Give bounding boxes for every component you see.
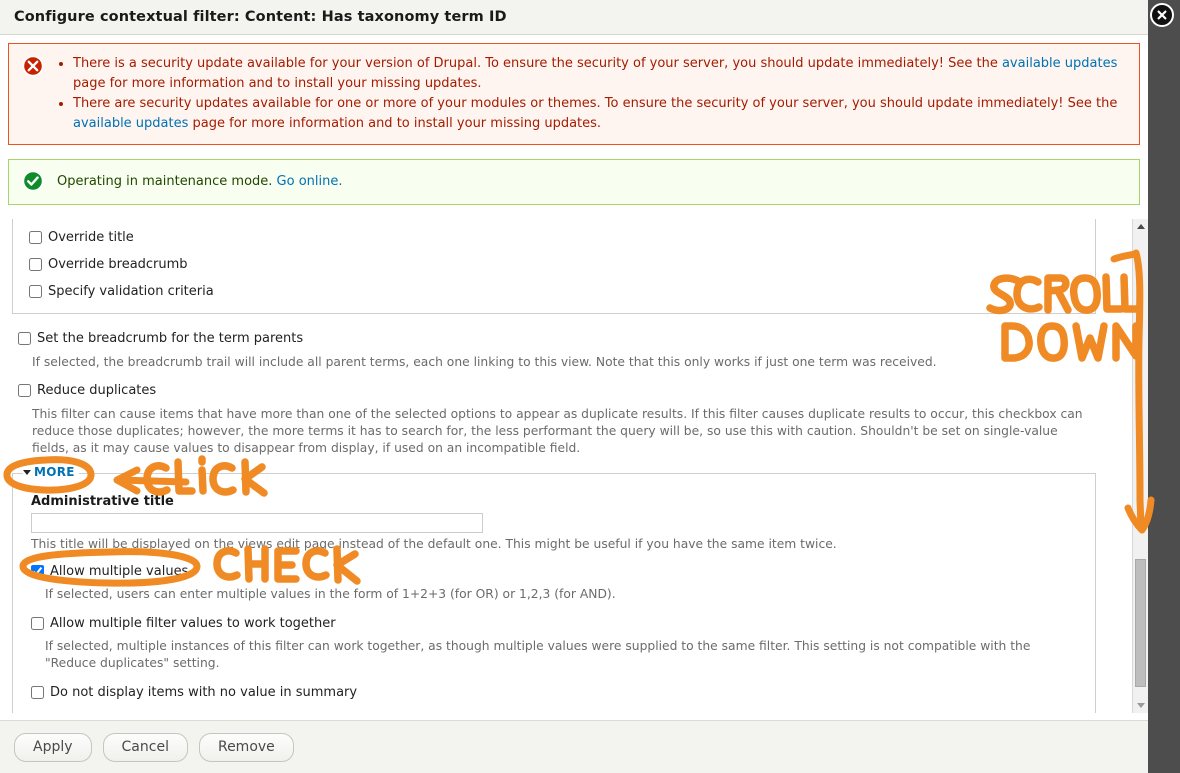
checkbox-row-breadcrumb-parents[interactable]: Set the breadcrumb for the term parents xyxy=(18,328,1094,350)
error-list: There is a security update available for… xyxy=(57,54,1127,134)
allow-multiple-values-description: If selected, users can enter multiple va… xyxy=(45,587,616,601)
override-breadcrumb-label[interactable]: Override breadcrumb xyxy=(48,257,188,273)
go-online-link[interactable]: Go online. xyxy=(277,174,343,189)
reduce-duplicates-field: Reduce duplicates This filter can cause … xyxy=(0,380,1124,457)
administrative-title-description: This title will be displayed on the view… xyxy=(31,537,837,551)
specify-validation-criteria-checkbox[interactable] xyxy=(29,285,42,298)
triangle-up-icon xyxy=(1136,224,1145,229)
remove-button[interactable]: Remove xyxy=(198,732,294,762)
configure-contextual-filter-modal: Configure contextual filter: Content: Ha… xyxy=(0,0,1148,773)
status-message-text: Operating in maintenance mode. xyxy=(57,174,277,189)
checkbox-row-reduce-duplicates[interactable]: Reduce duplicates xyxy=(18,380,1094,402)
close-icon xyxy=(1157,10,1167,20)
allow-multiple-filter-values-checkbox[interactable] xyxy=(31,617,44,630)
error-message: There is a security update available for… xyxy=(8,43,1140,145)
reduce-duplicates-checkbox[interactable] xyxy=(18,384,31,397)
administrative-title-input[interactable] xyxy=(31,513,483,533)
modal-footer: Apply Cancel Remove xyxy=(0,720,1148,773)
scrollbar-thumb[interactable] xyxy=(1135,559,1146,687)
error-item-text-after: page for more information and to install… xyxy=(73,76,482,91)
modal-title: Configure contextual filter: Content: Ha… xyxy=(14,9,507,25)
error-item: There is a security update available for… xyxy=(73,54,1127,94)
no-value-in-summary-checkbox[interactable] xyxy=(31,686,44,699)
scroll-up-button[interactable] xyxy=(1133,219,1148,234)
checkbox-row-allow-multiple-filter-values[interactable]: Allow multiple filter values to work tog… xyxy=(31,613,1079,635)
administrative-title-label: Administrative title xyxy=(31,494,174,509)
reduce-duplicates-label[interactable]: Reduce duplicates xyxy=(37,383,156,399)
set-breadcrumb-term-parents-label[interactable]: Set the breadcrumb for the term parents xyxy=(37,331,303,347)
more-toggle[interactable]: MORE xyxy=(23,465,79,479)
error-item-text-before: There are security updates available for… xyxy=(73,96,1118,111)
checkbox-row-allow-multiple-values[interactable]: Allow multiple values xyxy=(31,561,1079,583)
override-title-checkbox[interactable] xyxy=(29,231,42,244)
apply-button[interactable]: Apply xyxy=(14,732,92,762)
reduce-duplicates-description: This filter can cause items that have mo… xyxy=(32,407,1083,455)
allow-multiple-values-checkbox[interactable] xyxy=(31,565,44,578)
available-updates-link[interactable]: available updates xyxy=(1002,56,1117,71)
success-icon xyxy=(22,170,44,192)
specify-validation-criteria-label[interactable]: Specify validation criteria xyxy=(48,284,214,300)
error-item: There are security updates available for… xyxy=(73,94,1127,134)
override-breadcrumb-checkbox[interactable] xyxy=(29,258,42,271)
checkbox-row-no-value-summary[interactable]: Do not display items with no value in su… xyxy=(31,682,1079,704)
messages-region: There is a security update available for… xyxy=(0,35,1148,205)
scroll-down-button[interactable] xyxy=(1133,698,1148,713)
more-fieldset: MORE Administrative title This title wil… xyxy=(12,465,1096,713)
cancel-button[interactable]: Cancel xyxy=(102,732,188,762)
allow-multiple-filter-values-description: If selected, multiple instances of this … xyxy=(45,639,1031,670)
allow-multiple-filter-values-label[interactable]: Allow multiple filter values to work tog… xyxy=(50,616,336,632)
form-content: Override title Override breadcrumb Speci… xyxy=(0,219,1124,713)
top-options-group: Override title Override breadcrumb Speci… xyxy=(12,219,1096,314)
vertical-scrollbar[interactable] xyxy=(1132,219,1148,713)
form-scroll-area: Override title Override breadcrumb Speci… xyxy=(0,219,1148,713)
triangle-down-icon xyxy=(1136,703,1145,708)
close-button[interactable] xyxy=(1150,3,1174,27)
checkbox-row-override-breadcrumb[interactable]: Override breadcrumb xyxy=(29,254,1095,276)
error-item-text-before: There is a security update available for… xyxy=(73,56,1002,71)
more-legend-label: MORE xyxy=(34,465,75,479)
available-updates-link[interactable]: available updates xyxy=(73,116,188,131)
no-value-in-summary-label[interactable]: Do not display items with no value in su… xyxy=(50,685,357,701)
set-breadcrumb-term-parents-checkbox[interactable] xyxy=(18,332,31,345)
override-title-label[interactable]: Override title xyxy=(48,230,134,246)
error-item-text-after: page for more information and to install… xyxy=(188,116,602,131)
set-breadcrumb-term-parents-description: If selected, the breadcrumb trail will i… xyxy=(32,355,937,369)
chevron-down-icon xyxy=(23,469,31,475)
status-message: Operating in maintenance mode. Go online… xyxy=(8,159,1140,205)
checkbox-row-specify-validation[interactable]: Specify validation criteria xyxy=(29,281,1095,303)
error-icon xyxy=(22,55,44,77)
allow-multiple-values-label[interactable]: Allow multiple values xyxy=(50,564,188,580)
modal-titlebar: Configure contextual filter: Content: Ha… xyxy=(0,0,1148,35)
form-scroll-viewport: Override title Override breadcrumb Speci… xyxy=(0,219,1124,713)
breadcrumb-parents-field: Set the breadcrumb for the term parents … xyxy=(0,328,1124,371)
checkbox-row-override-title[interactable]: Override title xyxy=(29,227,1095,249)
